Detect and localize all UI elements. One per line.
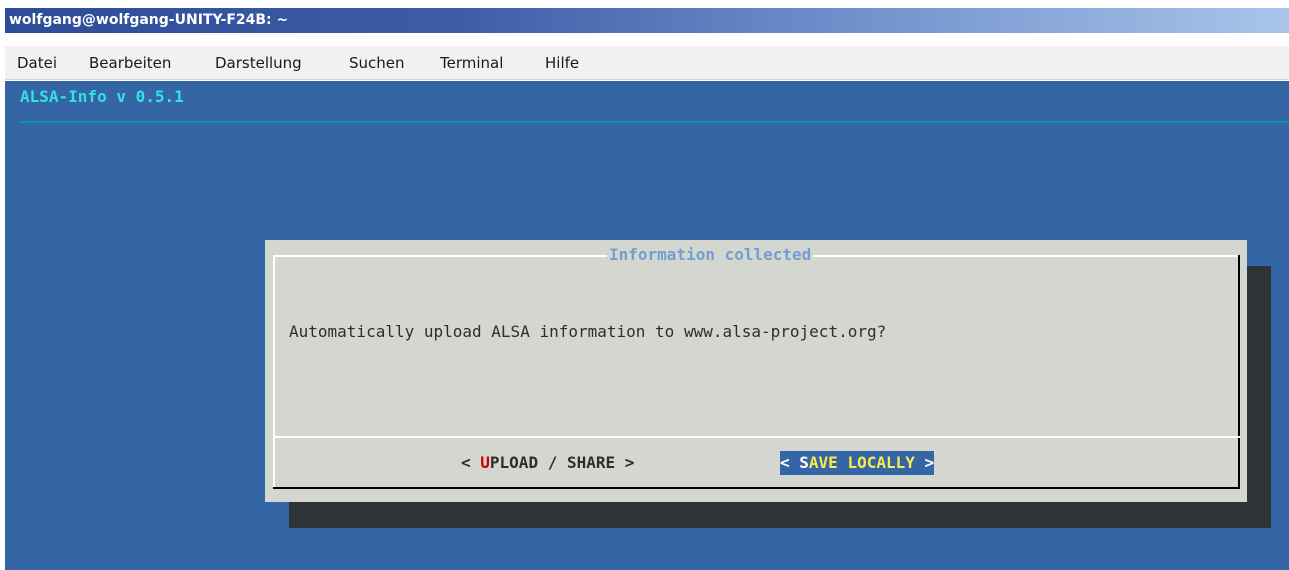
dialog-title: Information collected bbox=[607, 244, 814, 266]
dialog-frame-bottom bbox=[273, 487, 1240, 489]
dialog-frame-right bbox=[1238, 255, 1240, 489]
dialog-button-separator bbox=[273, 436, 1240, 438]
save-button-label: AVE LOCALLY bbox=[808, 453, 915, 472]
upload-button-label: PLOAD / SHARE > bbox=[489, 453, 635, 472]
terminal-area[interactable]: ALSA-Info v 0.5.1 Information collected … bbox=[5, 81, 1289, 570]
menu-darstellung[interactable]: Darstellung bbox=[211, 50, 306, 76]
terminal-title: ALSA-Info v 0.5.1 bbox=[20, 87, 184, 106]
menu-bearbeiten[interactable]: Bearbeiten bbox=[85, 50, 175, 76]
menu-datei[interactable]: Datei bbox=[13, 50, 61, 76]
save-button-hotkey: S bbox=[799, 453, 809, 472]
terminal-divider bbox=[20, 121, 1289, 123]
window-title: wolfgang@wolfgang-UNITY-F24B: ~ bbox=[9, 12, 289, 28]
window-titlebar[interactable]: wolfgang@wolfgang-UNITY-F24B: ~ bbox=[5, 8, 1289, 33]
save-button-close: > bbox=[914, 453, 935, 472]
save-button-open: < bbox=[780, 453, 800, 472]
dialog-message: Automatically upload ALSA information to… bbox=[289, 322, 887, 341]
upload-button-hotkey: U bbox=[480, 453, 490, 472]
menubar: Datei Bearbeiten Darstellung Suchen Term… bbox=[5, 46, 1289, 80]
upload-share-button[interactable]: < UPLOAD / SHARE > bbox=[461, 451, 634, 475]
upload-button-open: < bbox=[461, 453, 481, 472]
menu-hilfe[interactable]: Hilfe bbox=[541, 50, 583, 76]
save-locally-button[interactable]: < SAVE LOCALLY > bbox=[780, 451, 935, 475]
dialog: Information collected Automatically uplo… bbox=[265, 240, 1247, 502]
menu-suchen[interactable]: Suchen bbox=[345, 50, 409, 76]
dialog-frame-left bbox=[273, 255, 275, 489]
menu-terminal[interactable]: Terminal bbox=[436, 50, 507, 76]
